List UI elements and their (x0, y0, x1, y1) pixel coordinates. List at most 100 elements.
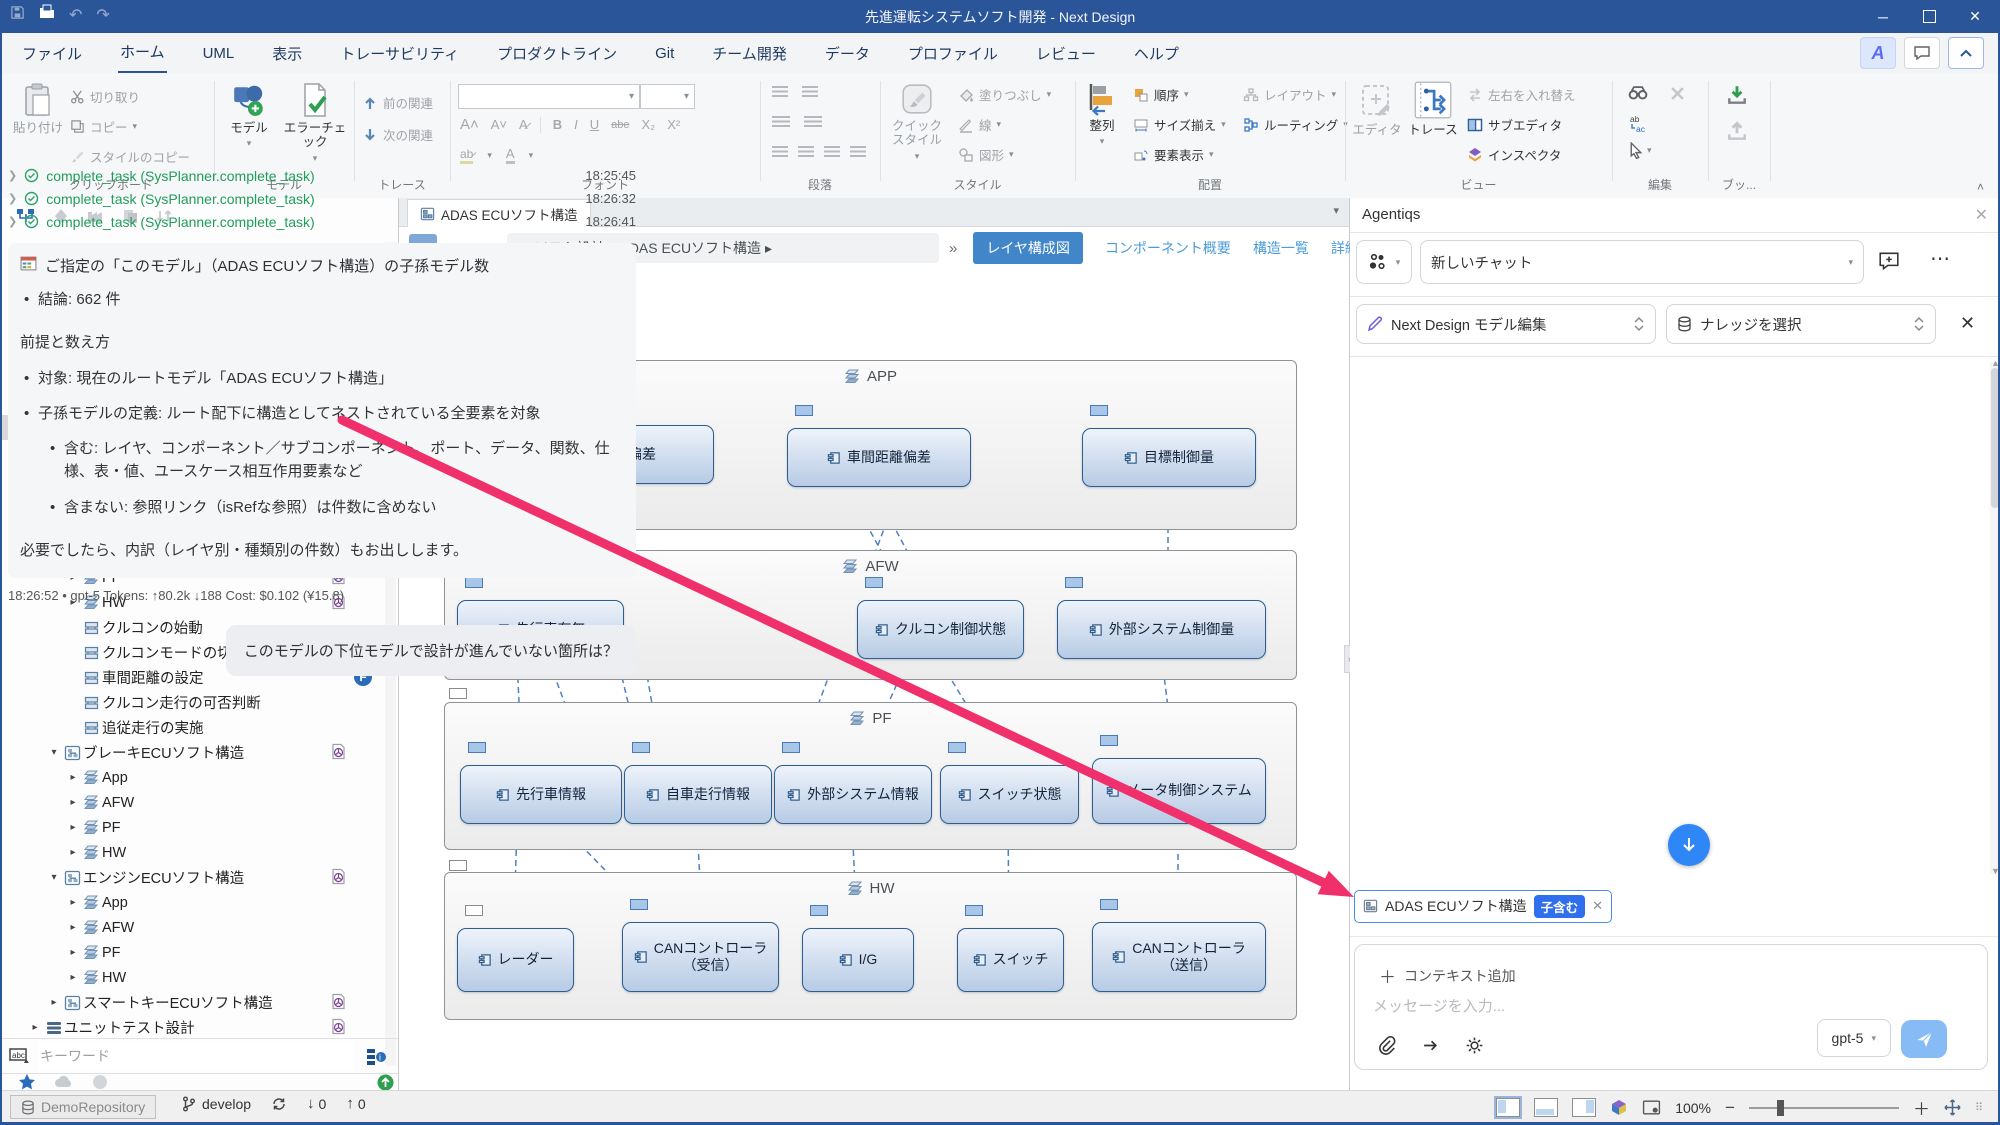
expander-icon[interactable]: ▸ (27, 1022, 43, 1033)
select-cursor-button[interactable]: ▾ (1628, 142, 1652, 159)
port[interactable] (1100, 735, 1118, 746)
line-button[interactable]: 線▾ (958, 112, 1001, 137)
ribbon-tab-Git[interactable]: Git (653, 36, 676, 71)
port[interactable] (465, 905, 483, 916)
new-chat-icon[interactable] (1878, 250, 1900, 272)
cut-button[interactable]: 切り取り (70, 84, 140, 109)
port[interactable] (1090, 405, 1108, 416)
port[interactable] (632, 742, 650, 753)
port[interactable] (468, 742, 486, 753)
expander-icon[interactable]: ▸ (65, 797, 81, 808)
font-family-select[interactable]: ▾ (458, 84, 640, 109)
expander-icon[interactable]: ▸ (65, 972, 81, 983)
ribbon-tab-プロダクトライン[interactable]: プロダクトライン (495, 34, 619, 73)
filter-tree-icon[interactable]: i (354, 1046, 398, 1066)
font-size-select[interactable]: ▾ (640, 84, 695, 109)
port[interactable] (810, 905, 828, 916)
component-スイッチ[interactable]: スイッチ (957, 928, 1064, 992)
font-color-buttons[interactable]: ab̷▾ A▾ (460, 146, 533, 164)
error-check-button[interactable]: エラーチェック▾ (280, 82, 350, 163)
search-mode-icon[interactable]: abc (2, 1047, 38, 1065)
align-button[interactable]: 整列▾ (1079, 82, 1125, 147)
ribbon-tab-データ[interactable]: データ (823, 34, 872, 73)
component-外部システム制御量[interactable]: 外部システム制御量 (1057, 600, 1266, 659)
tree-item-App[interactable]: ▸ App (2, 890, 382, 915)
minimize-button[interactable]: ─ (1860, 0, 1906, 33)
ribbon-tab-レビュー[interactable]: レビュー (1034, 34, 1098, 73)
attach-icon[interactable] (1377, 1036, 1396, 1055)
comment-button[interactable] (1904, 37, 1940, 69)
subeditor-button[interactable]: サブエディタ (1467, 112, 1562, 137)
panel-close-icon[interactable]: ✕ (1975, 205, 1988, 225)
list-buttons[interactable] (772, 86, 818, 97)
ribbon-tab-UML[interactable]: UML (201, 36, 237, 71)
swap-lr-button[interactable]: 左右を入れ替え (1467, 82, 1576, 107)
port[interactable] (948, 742, 966, 753)
expander-icon[interactable]: ▸ (65, 947, 81, 958)
component-CANコントローラ（送信）[interactable]: CANコントローラ （送信） (1092, 922, 1266, 992)
layout-right-icon[interactable] (1572, 1098, 1596, 1117)
font-style-buttons[interactable]: A˄A˅A̷ BIUabeX₂X² (460, 116, 680, 133)
layout-button[interactable]: レイアウト▾ (1243, 82, 1336, 107)
export-button[interactable] (1726, 120, 1748, 147)
tree-item-App[interactable]: ▸ App (2, 765, 382, 790)
expander-icon[interactable]: ▾ (46, 872, 62, 883)
port[interactable] (630, 899, 648, 910)
tree-item-ユニットテスト設計[interactable]: ▸ ユニットテスト設計 (2, 1015, 382, 1040)
size-align-button[interactable]: サイズ揃え▾ (1133, 112, 1226, 137)
chip-remove-icon[interactable]: ✕ (1592, 898, 1603, 914)
component-自車走行情報[interactable]: 自車走行情報 (624, 765, 772, 824)
ribbon-tab-ホーム[interactable]: ホーム (118, 32, 167, 74)
zoom-in-icon[interactable]: ＋ (1913, 1095, 1930, 1120)
maximize-button[interactable] (1906, 0, 1952, 33)
port[interactable] (782, 742, 800, 753)
keyword-search-input[interactable] (38, 1041, 354, 1071)
port[interactable] (965, 905, 983, 916)
quick-style-button[interactable]: クイック スタイル▾ (886, 82, 948, 161)
port[interactable] (449, 860, 467, 871)
bookmark-star-icon[interactable] (18, 1074, 36, 1090)
tree-item-HW[interactable]: ▸ HW (2, 965, 382, 990)
component-CANコントローラ（受信）[interactable]: CANコントローラ （受信） (622, 922, 779, 992)
zoom-out-icon[interactable]: − (1725, 1098, 1735, 1118)
push-count[interactable]: ↑0 (346, 1095, 365, 1112)
tree-item-エンジンECUソフト構造[interactable]: ▾ エンジンECUソフト構造 (2, 865, 382, 890)
pull-count[interactable]: ↓0 (307, 1095, 326, 1112)
clear-mode-icon[interactable]: ✕ (1960, 313, 1975, 334)
view-tab-構造一覧[interactable]: 構造一覧 (1253, 238, 1309, 258)
expander-icon[interactable]: ▸ (65, 897, 81, 908)
chevron-right-icon[interactable]: ❯ (8, 215, 17, 228)
sync-icon[interactable] (271, 1096, 287, 1112)
tree-item-追従走行の実施[interactable]: 追従走行の実施 (2, 715, 382, 740)
trace-view-button[interactable]: トレース (1405, 80, 1461, 137)
cloud-icon[interactable] (54, 1074, 74, 1090)
component-車間距離偏差[interactable]: 車間距離偏差 (787, 428, 971, 487)
tool-call-row[interactable]: ❯ complete_task (SysPlanner.complete_tas… (8, 187, 636, 210)
expander-icon[interactable]: ▸ (65, 772, 81, 783)
view-tab-レイヤ構成図[interactable]: レイヤ構成図 (973, 232, 1083, 264)
component-目標制御量[interactable]: 目標制御量 (1082, 428, 1256, 487)
model-add-button[interactable]: モデル▾ (220, 82, 278, 149)
ribbon-tab-表示[interactable]: 表示 (270, 34, 304, 73)
collapse-ribbon-button[interactable] (1948, 37, 1984, 69)
inspector-button[interactable]: インスペクタ (1467, 142, 1561, 167)
message-input[interactable] (1371, 997, 1795, 1016)
zoom-slider[interactable] (1749, 1107, 1899, 1109)
paste-button[interactable]: 貼り付け (10, 82, 66, 135)
clear-find-button[interactable] (1670, 86, 1685, 106)
next-relation-button[interactable]: 次の関連 (362, 122, 433, 147)
expander-icon[interactable]: ▸ (46, 997, 62, 1008)
component-スイッチ状態[interactable]: スイッチ状態 (940, 765, 1079, 824)
layout-left-icon[interactable] (1496, 1098, 1520, 1117)
agent-selector[interactable]: ▾ (1356, 240, 1412, 284)
repository-indicator[interactable]: DemoRepository (10, 1095, 156, 1119)
ribbon-tab-トレーサビリティ[interactable]: トレーサビリティ (338, 34, 461, 73)
knowledge-dropdown[interactable]: ナレッジを選択 (1666, 304, 1936, 344)
element-display-button[interactable]: 要素表示▾ (1133, 142, 1214, 167)
chat-scrollbar[interactable]: ▲ ▼ (1990, 362, 2000, 874)
pan-icon[interactable] (1944, 1099, 1961, 1116)
prev-relation-button[interactable]: 前の関連 (362, 90, 433, 115)
chevron-right-icon[interactable]: ❯ (8, 169, 17, 182)
ribbon-tab-プロファイル[interactable]: プロファイル (906, 34, 1000, 73)
align-buttons[interactable] (772, 146, 866, 157)
